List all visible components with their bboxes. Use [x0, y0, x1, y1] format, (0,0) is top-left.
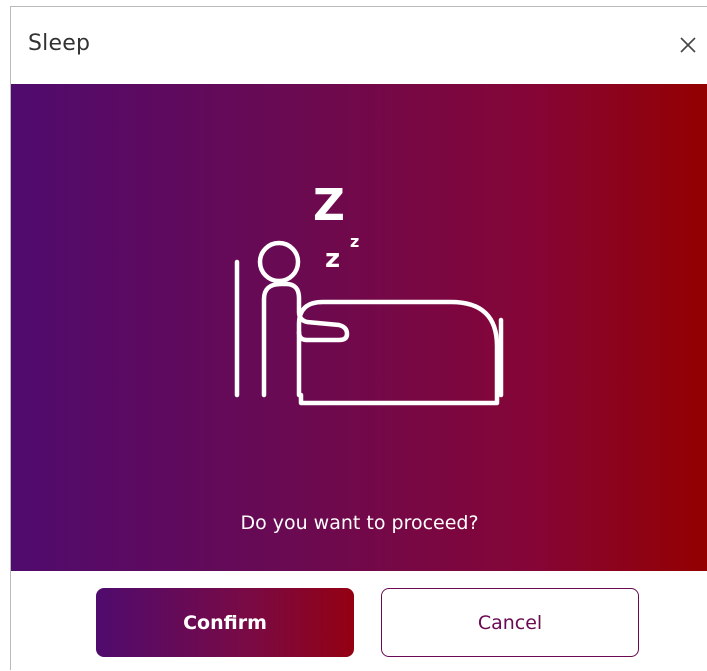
svg-text:z: z: [350, 232, 359, 251]
svg-text:z: z: [325, 244, 340, 274]
proceed-prompt: Do you want to proceed?: [240, 512, 479, 534]
svg-text:Z: Z: [313, 180, 345, 231]
sleeping-in-bed-icon: Z z z: [234, 180, 504, 406]
sleep-hero-banner: Z z z Do you want to proceed?: [11, 84, 707, 571]
dialog-footer: Confirm Cancel: [11, 571, 707, 671]
confirm-button[interactable]: Confirm: [96, 588, 354, 657]
cancel-button[interactable]: Cancel: [381, 588, 639, 657]
close-icon: [680, 37, 696, 53]
dialog-titlebar: Sleep: [11, 7, 707, 84]
close-button[interactable]: [668, 25, 707, 65]
sleep-dialog: Sleep Z z z Do you want to proceed? Conf…: [10, 6, 707, 671]
dialog-title: Sleep: [28, 31, 91, 56]
